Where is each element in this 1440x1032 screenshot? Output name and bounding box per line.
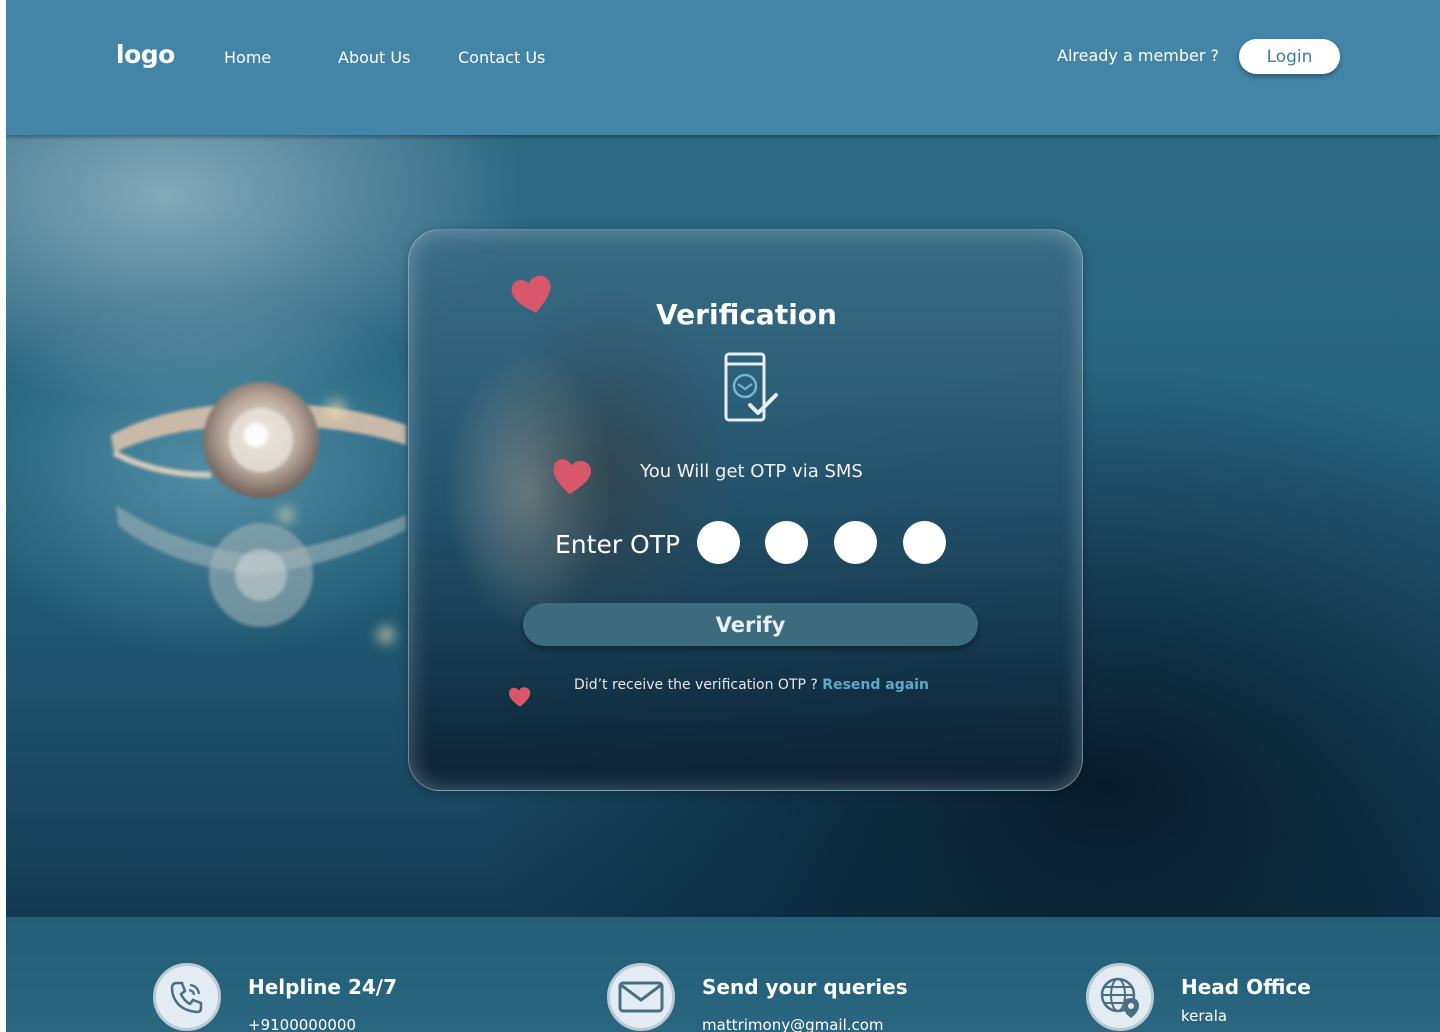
office-location: kerala <box>1181 1007 1228 1025</box>
otp-digit-input-3[interactable] <box>834 521 877 564</box>
nav-about-link[interactable]: About Us <box>338 48 410 67</box>
verification-card: Verification You Will get OTP via SMS En… <box>408 229 1083 791</box>
resend-row: Did’t receive the verification OTP ? Res… <box>409 677 1094 693</box>
footer: Helpline 24/7 +9100000000 Send your quer… <box>6 917 1440 1032</box>
verify-button[interactable]: Verify <box>523 603 978 646</box>
otp-digit-input-2[interactable] <box>765 521 808 564</box>
mail-icon <box>607 963 675 1031</box>
resend-prompt-text: Did’t receive the verification OTP ? <box>574 677 818 693</box>
already-member-text: Already a member ? <box>1057 46 1220 65</box>
queries-title: Send your queries <box>702 975 908 999</box>
sms-verify-icon <box>724 352 778 422</box>
logo[interactable]: logo <box>116 40 175 69</box>
top-nav-bar: logo Home About Us Contact Us Already a … <box>6 0 1440 135</box>
nav-contact-link[interactable]: Contact Us <box>458 48 545 67</box>
verification-title: Verification <box>656 298 837 331</box>
helpline-title: Helpline 24/7 <box>248 975 398 999</box>
office-title: Head Office <box>1181 975 1311 999</box>
otp-digit-input-4[interactable] <box>903 521 946 564</box>
phone-icon <box>153 963 221 1031</box>
login-button[interactable]: Login <box>1239 39 1340 74</box>
otp-sms-note: You Will get OTP via SMS <box>640 461 863 482</box>
queries-email[interactable]: mattrimony@gmail.com <box>702 1016 884 1032</box>
enter-otp-label: Enter OTP <box>555 530 681 559</box>
otp-digit-input-1[interactable] <box>697 521 740 564</box>
globe-location-icon <box>1086 963 1154 1031</box>
nav-home-link[interactable]: Home <box>224 48 271 67</box>
page: logo Home About Us Contact Us Already a … <box>6 0 1440 1032</box>
resend-link[interactable]: Resend again <box>822 677 929 693</box>
helpline-number[interactable]: +9100000000 <box>248 1016 356 1032</box>
